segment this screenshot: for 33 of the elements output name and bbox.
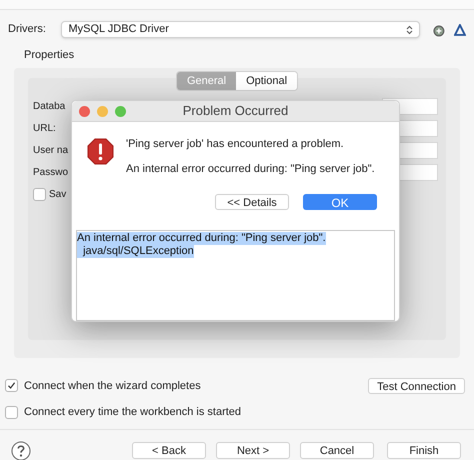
checkbox[interactable] [5, 379, 18, 392]
details-text-area[interactable]: An internal error occurred during: "Ping server job". java/sql/SQLException [76, 230, 395, 321]
dialog-button[interactable]: << Details [215, 194, 289, 210]
help-icon[interactable] [11, 440, 31, 460]
error-detail: An internal error occurred during: "Ping server job". [126, 162, 375, 176]
error-icon [87, 138, 114, 165]
error-message: 'Ping server job' has encountered a problem. [126, 137, 345, 152]
wizard-button[interactable]: Next > [216, 442, 290, 459]
minimize-button[interactable] [97, 106, 108, 117]
drivers-dropdown[interactable]: MySQL JDBC Driver [61, 21, 420, 38]
drivers-label: Drivers: [8, 22, 47, 38]
wizard-button[interactable]: Finish [387, 442, 461, 459]
test-connection-button[interactable]: Test Connection [368, 378, 465, 394]
checkbox[interactable] [5, 406, 18, 419]
zoom-button[interactable] [115, 106, 126, 117]
option-label: Connect every time the workbench is started [24, 405, 242, 420]
checkmark-icon [7, 381, 16, 390]
field-label: Databa [33, 100, 66, 114]
checkbox-label: Sav [49, 188, 66, 202]
triangle-icon[interactable] [454, 24, 466, 36]
dialog-title: Problem Occurred [182, 102, 288, 120]
checkbox[interactable] [33, 188, 46, 200]
dialog-button[interactable]: OK [303, 194, 377, 210]
updown-icon [406, 24, 414, 34]
field-label: Passwo [33, 166, 68, 180]
wizard-button[interactable]: < Back [132, 442, 206, 459]
properties-label: Properties [24, 48, 76, 63]
option-label: Connect when the wizard completes [24, 378, 201, 394]
field-label: User na [33, 144, 68, 158]
close-button[interactable] [79, 106, 90, 117]
wizard-button[interactable]: Cancel [300, 442, 374, 459]
field-label: URL: [33, 122, 56, 136]
add-driver-icon[interactable] [432, 22, 446, 36]
